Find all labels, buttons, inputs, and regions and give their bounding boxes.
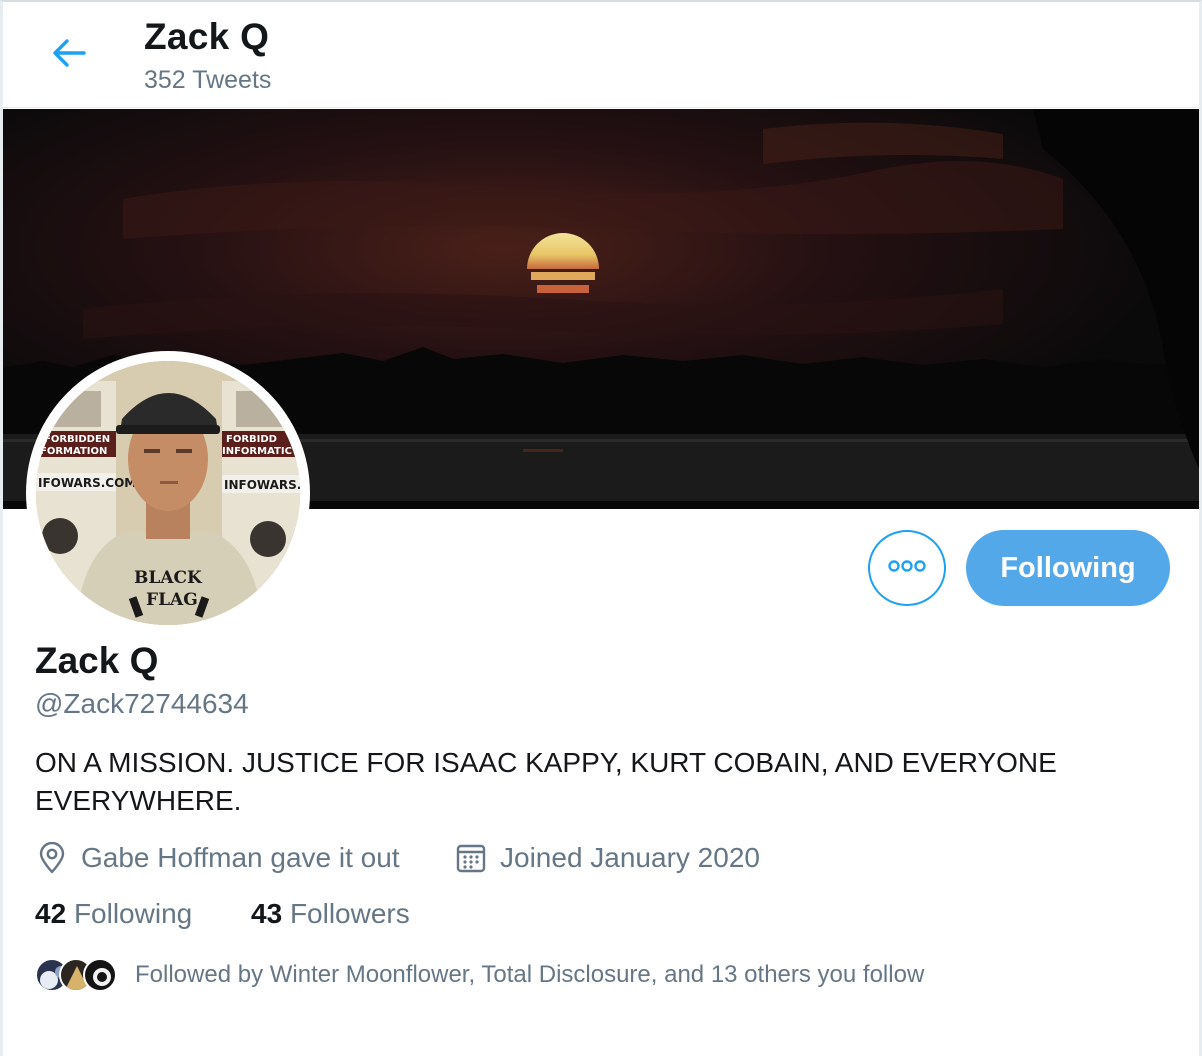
following-count: 42 xyxy=(35,898,67,929)
following-stat[interactable]: 42 Following xyxy=(35,898,192,930)
poster-right-text-1: FORBIDD xyxy=(226,434,277,445)
tweet-count: 352 Tweets xyxy=(144,66,272,94)
mutual-avatar-3 xyxy=(83,958,117,992)
following-button[interactable]: Following xyxy=(966,530,1170,606)
calendar-icon xyxy=(454,841,488,875)
location-item: Gabe Hoffman gave it out xyxy=(35,838,400,878)
shirt-text-1: BLACK xyxy=(134,568,203,588)
poster-right-site: INFOWARS.CO xyxy=(224,478,300,492)
more-options-button[interactable] xyxy=(868,530,946,606)
profile-handle: @Zack72744634 xyxy=(35,688,249,719)
joined-item: Joined January 2020 xyxy=(454,838,760,878)
poster-left-site: IFOWARS.COM xyxy=(38,476,136,490)
poster-right-text-2: INFORMATIC xyxy=(222,446,292,457)
profile-header: Zack Q 352 Tweets xyxy=(3,2,1199,108)
poster-left-text-1: FORBIDDEN xyxy=(44,434,110,445)
header-title: Zack Q xyxy=(144,16,270,57)
arrow-left-icon xyxy=(52,38,86,73)
shirt-text-2: FLAG xyxy=(146,590,198,610)
poster-left-text-2: FORMATION xyxy=(40,446,107,457)
profile-name: Zack Q xyxy=(35,640,159,681)
back-button[interactable] xyxy=(41,32,97,78)
followed-by-text: Followed by Winter Moonflower, Total Dis… xyxy=(135,961,925,988)
followers-stat[interactable]: 43 Followers xyxy=(251,898,410,930)
followers-count: 43 xyxy=(251,898,283,929)
joined-text: Joined January 2020 xyxy=(500,842,760,873)
followed-by-row[interactable]: Followed by Winter Moonflower, Total Dis… xyxy=(35,956,924,994)
mutual-avatars xyxy=(35,956,121,994)
followers-label: Followers xyxy=(289,898,410,929)
more-dots-icon xyxy=(887,559,927,578)
profile-bio: ON A MISSION. JUSTICE FOR ISAAC KAPPY, K… xyxy=(35,747,1057,816)
location-text: Gabe Hoffman gave it out xyxy=(81,842,400,873)
location-pin-icon xyxy=(35,841,69,875)
following-label: Following xyxy=(73,898,193,929)
avatar[interactable]: FORBIDDEN FORMATION FORBIDD INFORMATIC I… xyxy=(36,361,300,625)
